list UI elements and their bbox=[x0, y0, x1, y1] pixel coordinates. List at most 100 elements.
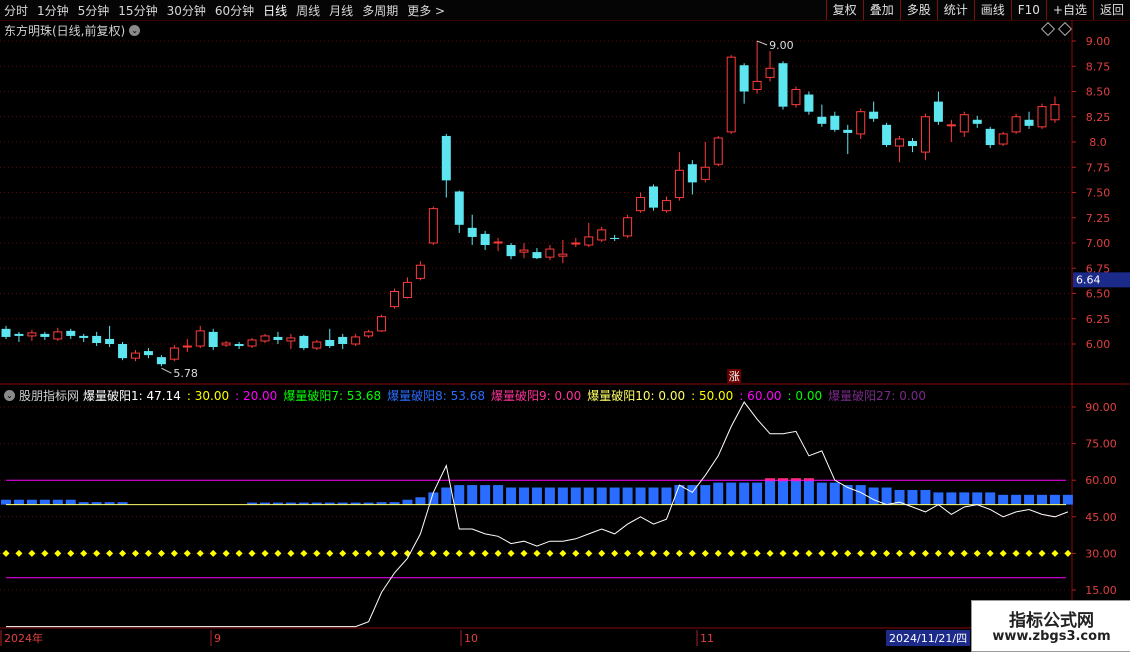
candle-body bbox=[1011, 116, 1021, 133]
candle bbox=[519, 243, 529, 259]
candle-body bbox=[545, 248, 555, 258]
indicator-dot bbox=[753, 549, 761, 557]
indicator-bar bbox=[998, 494, 1009, 505]
candle-body bbox=[791, 88, 801, 106]
indicator-dot bbox=[80, 549, 88, 557]
indicator-dot bbox=[248, 549, 256, 557]
indicator-dot bbox=[701, 549, 709, 557]
indicator-dot bbox=[54, 549, 62, 557]
indicator-bar bbox=[415, 497, 426, 505]
indicator-dot bbox=[416, 549, 424, 557]
candle bbox=[182, 338, 192, 353]
price-tick-label: 6.50 bbox=[1086, 288, 1111, 301]
indicator-bar bbox=[1011, 494, 1022, 505]
candle bbox=[428, 206, 438, 246]
indicator-dot bbox=[1051, 549, 1059, 557]
candlestick-series: 5.78 9.00 涨 bbox=[1, 39, 1060, 383]
indicator-dot bbox=[779, 549, 787, 557]
indicator-dot bbox=[1038, 549, 1046, 557]
price-tick-label: 7.25 bbox=[1086, 212, 1111, 225]
indicator-dot bbox=[352, 549, 360, 557]
indicator-dot bbox=[1025, 549, 1033, 557]
indicator-dot bbox=[896, 549, 904, 557]
candle bbox=[752, 41, 762, 94]
candle bbox=[156, 355, 166, 367]
candle bbox=[415, 261, 425, 281]
indicator-bar bbox=[1024, 494, 1035, 505]
chevron-down-icon[interactable]: ⌄ bbox=[4, 390, 15, 401]
indicator-value: 爆量破阳8: 53.68 bbox=[387, 389, 486, 403]
indicator-bar bbox=[635, 487, 646, 505]
candle-body bbox=[817, 116, 827, 124]
cursor-date-label: 2024/11/21/四 bbox=[889, 632, 967, 645]
candle bbox=[118, 341, 128, 361]
indicator-tick-label: 30.00 bbox=[1085, 547, 1117, 560]
candle-body bbox=[1024, 119, 1034, 126]
indicator-bar bbox=[752, 482, 763, 505]
candle-body bbox=[804, 94, 814, 112]
indicator-bar bbox=[739, 482, 750, 505]
candle bbox=[506, 243, 516, 260]
indicator-dot bbox=[831, 549, 839, 557]
candle bbox=[661, 196, 671, 213]
indicator-dot bbox=[649, 549, 658, 557]
candle-body bbox=[558, 253, 568, 257]
candle-body bbox=[66, 330, 76, 336]
chart-canvas[interactable]: 5.78 9.00 涨 9.00 8.75 8.50 8.25 8.0 7.75 7.50 7.2… bbox=[0, 0, 1130, 650]
indicator-bar bbox=[959, 492, 970, 505]
candle-body bbox=[325, 339, 335, 347]
candle-body bbox=[14, 333, 24, 336]
indicator-dot bbox=[611, 549, 619, 557]
candle-body bbox=[584, 236, 594, 246]
indicator-value: : 20.00 bbox=[235, 388, 278, 403]
indicator-dot bbox=[313, 549, 321, 557]
indicator-dot bbox=[131, 549, 140, 557]
candle-body bbox=[208, 331, 218, 348]
candle bbox=[493, 237, 503, 252]
indicator-dot bbox=[287, 549, 295, 557]
indicator-bar bbox=[493, 485, 504, 505]
indicator-dot bbox=[533, 549, 541, 557]
candle bbox=[390, 288, 399, 309]
indicator-bar bbox=[570, 487, 581, 505]
candle bbox=[1011, 113, 1021, 134]
indicator-bar bbox=[480, 485, 491, 505]
indicator-bar bbox=[700, 485, 711, 505]
low-price-label: 5.78 bbox=[173, 367, 198, 380]
candle bbox=[234, 341, 244, 350]
indicator-tick-label: 60.00 bbox=[1085, 474, 1117, 487]
indicator-bar bbox=[920, 489, 931, 505]
date-label: 11 bbox=[700, 632, 714, 645]
indicator-dot bbox=[921, 549, 929, 557]
candle bbox=[467, 214, 477, 246]
indicator-bar bbox=[648, 487, 659, 505]
indicator-dot bbox=[999, 549, 1007, 557]
indicator-bar bbox=[583, 487, 594, 505]
indicator-dot bbox=[792, 549, 800, 557]
candle-body bbox=[118, 344, 128, 359]
indicator-axis: 90.00 75.00 60.00 45.00 30.00 15.00 bbox=[1072, 401, 1117, 597]
candle bbox=[131, 350, 140, 362]
candle bbox=[597, 226, 607, 242]
candle-body bbox=[273, 336, 283, 340]
indicator-value: 爆量破阳7: 53.68 bbox=[283, 389, 382, 403]
indicator-dot bbox=[766, 549, 774, 557]
candle bbox=[79, 333, 89, 342]
indicator-source: 股朋指标网 bbox=[19, 389, 80, 403]
indicator-dot bbox=[15, 549, 23, 557]
indicator-bar bbox=[790, 480, 801, 505]
candle-body bbox=[687, 164, 697, 183]
candle bbox=[40, 331, 50, 340]
candle-body bbox=[959, 114, 969, 133]
indicator-dot bbox=[274, 549, 282, 557]
candle-body bbox=[351, 336, 361, 345]
candle bbox=[402, 277, 412, 299]
candle bbox=[247, 337, 257, 349]
candle bbox=[105, 325, 115, 348]
candle bbox=[260, 333, 270, 343]
candle bbox=[610, 234, 620, 241]
indicator-dot bbox=[365, 549, 373, 557]
indicator-dot bbox=[390, 549, 399, 557]
indicator-bar bbox=[946, 492, 957, 505]
indicator-dot bbox=[481, 549, 489, 557]
